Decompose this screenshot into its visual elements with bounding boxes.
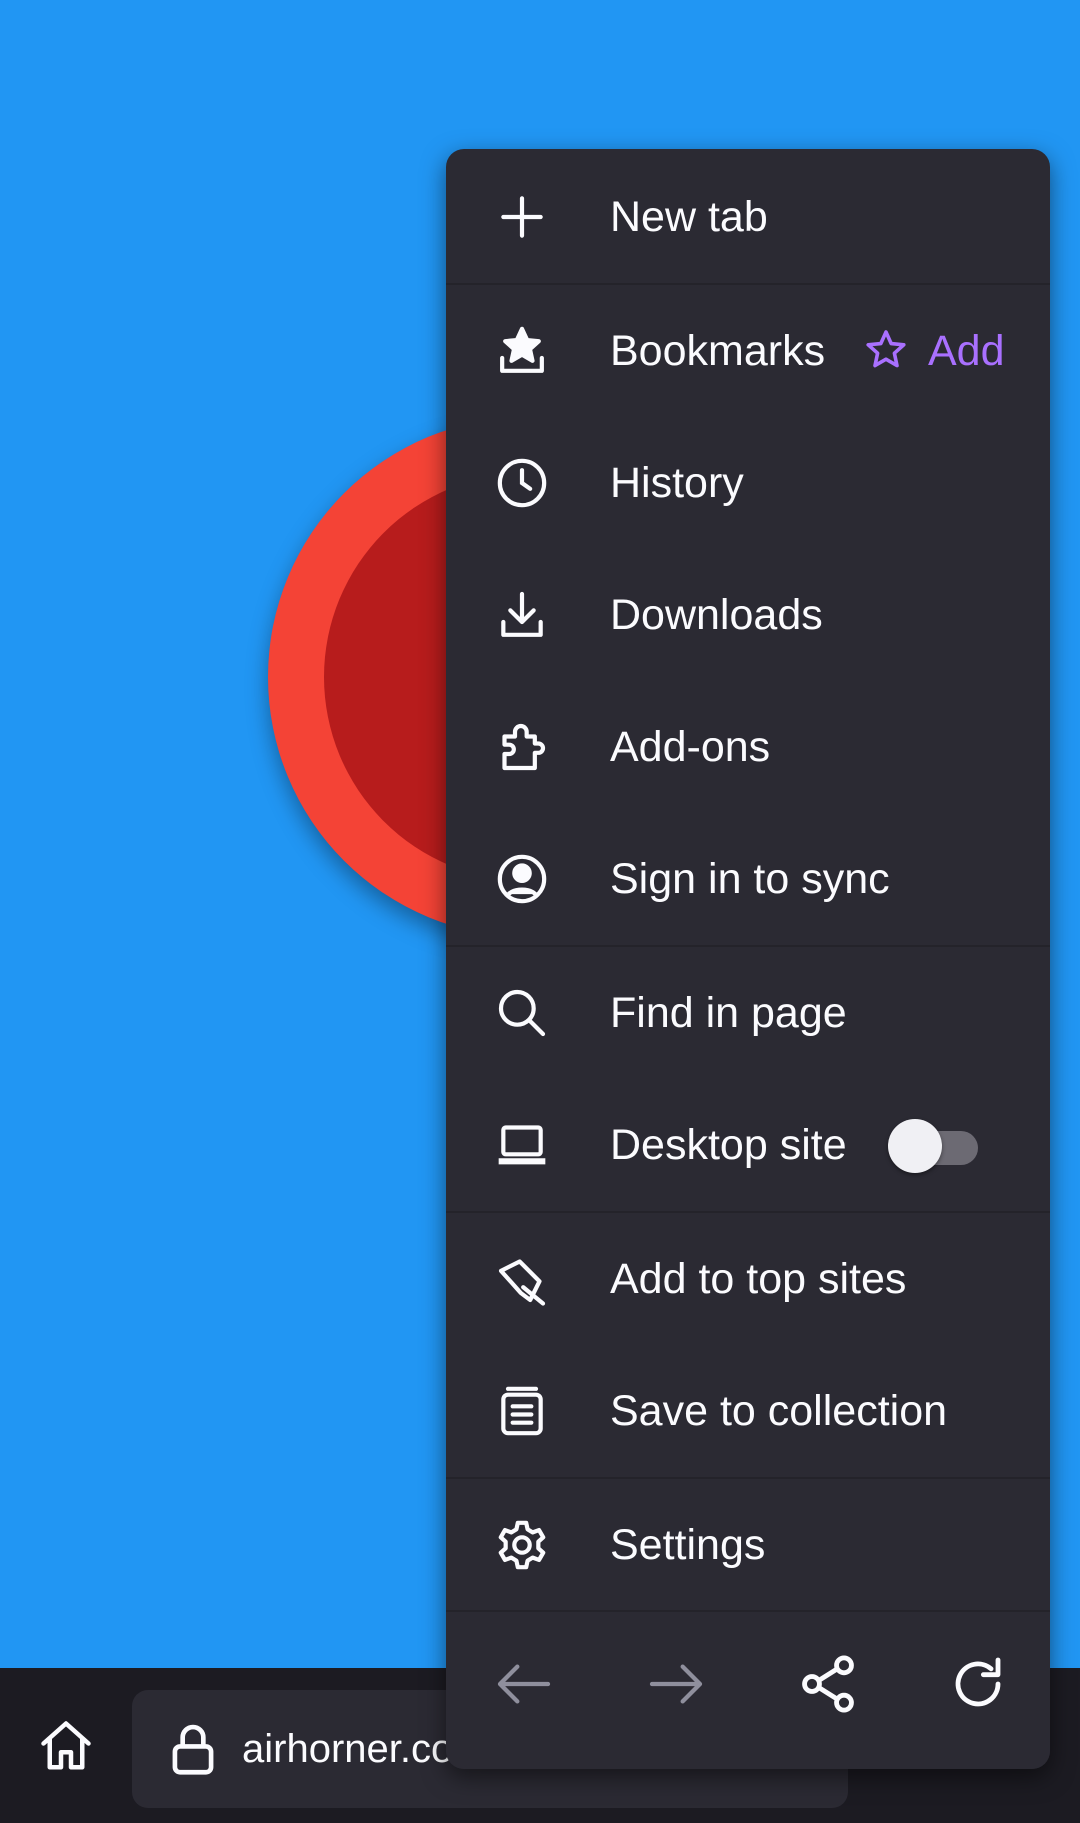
puzzle-icon	[502, 723, 546, 771]
reload-button[interactable]	[946, 1652, 1010, 1716]
plus-icon	[501, 196, 543, 238]
menu-item-label: New tab	[610, 193, 768, 241]
menu-item-add-ons[interactable]: Add-ons	[446, 683, 1050, 811]
menu-item-bookmarks[interactable]: Bookmarks Add	[446, 287, 1050, 415]
menu-nav-row	[446, 1612, 1050, 1769]
menu-item-desktop-site[interactable]: Desktop site	[446, 1081, 1050, 1209]
share-button[interactable]	[796, 1652, 860, 1716]
toggle-thumb	[888, 1119, 942, 1173]
add-bookmark-button[interactable]: Add	[862, 287, 1005, 415]
home-button[interactable]	[28, 1708, 104, 1784]
menu-item-settings[interactable]: Settings	[446, 1481, 1050, 1609]
menu-item-label: Settings	[610, 1521, 766, 1569]
menu-item-label: Bookmarks	[610, 327, 826, 375]
home-icon	[41, 1721, 91, 1770]
back-button[interactable]	[492, 1652, 556, 1716]
clock-icon	[497, 458, 547, 508]
menu-item-add-to-top-sites[interactable]: Add to top sites	[446, 1215, 1050, 1343]
download-icon	[501, 591, 543, 637]
menu-item-label: Downloads	[610, 591, 823, 639]
browser-menu: New tab Bookmarks Add History Downloads	[446, 149, 1050, 1769]
menu-divider	[446, 945, 1050, 947]
menu-item-downloads[interactable]: Downloads	[446, 551, 1050, 679]
menu-divider	[446, 283, 1050, 285]
menu-item-new-tab[interactable]: New tab	[446, 153, 1050, 281]
menu-item-label: Sign in to sync	[610, 855, 890, 903]
forward-button[interactable]	[644, 1652, 708, 1716]
menu-item-label: Find in page	[610, 989, 847, 1037]
pin-icon	[498, 1259, 546, 1306]
menu-item-sign-in-to-sync[interactable]: Sign in to sync	[446, 815, 1050, 943]
gear-icon	[498, 1520, 546, 1570]
menu-item-label: Save to collection	[610, 1387, 948, 1435]
laptop-icon	[498, 1125, 546, 1165]
collection-icon	[501, 1386, 543, 1436]
search-icon	[498, 989, 546, 1037]
menu-item-label: Add to top sites	[610, 1255, 907, 1303]
add-bookmark-label: Add	[928, 326, 1005, 375]
menu-item-label: Desktop site	[610, 1121, 847, 1169]
account-icon	[497, 854, 547, 904]
menu-item-find-in-page[interactable]: Find in page	[446, 949, 1050, 1077]
star-outline-icon	[866, 330, 906, 368]
desktop-site-toggle[interactable]	[888, 1119, 982, 1173]
menu-divider	[446, 1477, 1050, 1479]
menu-divider	[446, 1211, 1050, 1213]
lock-icon	[172, 1724, 214, 1775]
menu-item-save-to-collection[interactable]: Save to collection	[446, 1347, 1050, 1475]
menu-item-history[interactable]: History	[446, 419, 1050, 547]
menu-item-label: History	[610, 459, 744, 507]
menu-item-label: Add-ons	[610, 723, 771, 771]
bookmarks-icon	[500, 326, 544, 373]
